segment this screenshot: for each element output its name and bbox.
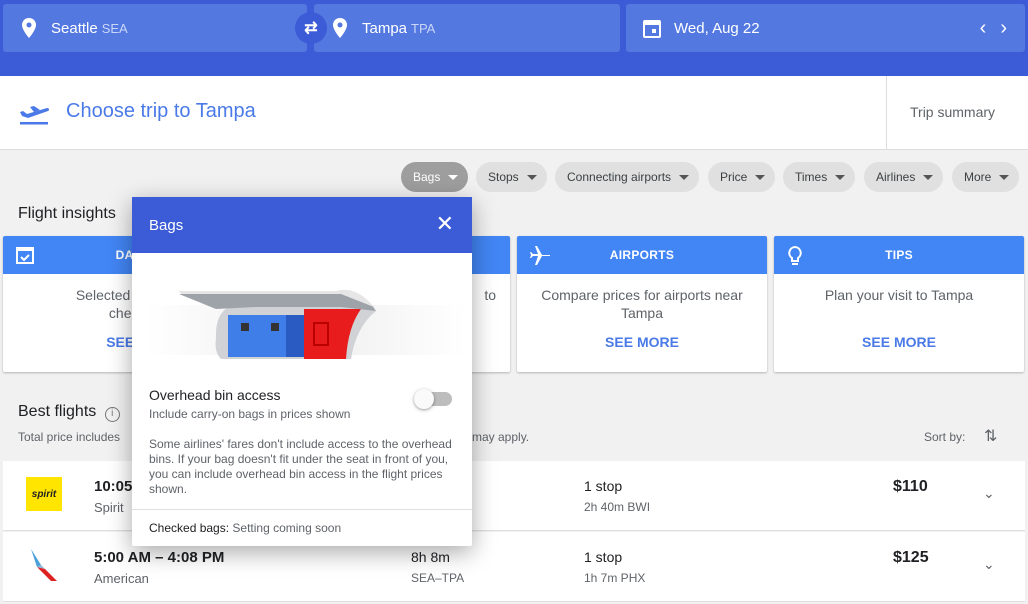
price: $125	[893, 549, 929, 566]
lightbulb-icon	[786, 245, 804, 270]
filter-chip-price[interactable]: Price	[708, 162, 776, 192]
flight-insights-title: Flight insights	[18, 205, 116, 222]
date-field[interactable]: Wed, Aug 22 ‹ ›	[626, 4, 1025, 52]
best-flights-title: Best flights i	[18, 403, 120, 422]
filter-chip-bags[interactable]: Bags	[401, 162, 469, 192]
trip-summary-link[interactable]: Trip summary	[910, 104, 995, 120]
divider	[132, 509, 472, 510]
layover: 2h 40m BWI	[584, 500, 651, 514]
location-pin-icon	[19, 18, 39, 38]
bags-dialog: Bags ✕ Overhead bin access Include carry-…	[132, 197, 472, 546]
dropdown-arrow-icon	[679, 174, 690, 180]
chevron-down-icon[interactable]: ⌄	[983, 485, 995, 502]
airline-name: Spirit	[94, 500, 124, 515]
chevron-right-icon[interactable]: ›	[1000, 17, 1007, 40]
filter-chip-airlines[interactable]: Airlines	[864, 162, 944, 192]
swap-icon[interactable]: ⇄	[295, 12, 327, 44]
overhead-bin-illustration	[146, 289, 466, 359]
price: $110	[893, 478, 928, 495]
stops: 1 stop	[584, 549, 623, 565]
destination-field[interactable]: Tampa TPA	[314, 4, 620, 52]
spirit-logo: spirit	[26, 477, 62, 511]
flight-times: 5:00 AM – 4:08 PM	[94, 549, 225, 566]
filter-chip-more[interactable]: More	[952, 162, 1020, 192]
card-body: Plan your visit to Tampa	[824, 287, 974, 303]
destination-code: TPA	[411, 20, 436, 36]
dialog-header: Bags ✕	[132, 197, 472, 253]
card-title: TIPS	[885, 248, 913, 262]
calendar-icon	[642, 18, 662, 38]
insight-card: AIRPORTS Compare prices for airports near…	[517, 236, 767, 372]
see-more-link[interactable]: SEE MORE	[517, 334, 767, 350]
card-title: AIRPORTS	[609, 248, 675, 262]
date-value: Wed, Aug 22	[674, 19, 760, 37]
origin-city: Seattle	[51, 19, 98, 37]
dropdown-arrow-icon	[923, 174, 934, 180]
flight-times: 10:05	[94, 478, 133, 495]
dropdown-arrow-icon	[835, 174, 846, 180]
insight-card: TIPS Plan your visit to Tampa SEE MORE	[774, 236, 1024, 372]
filter-chip-connecting-airports[interactable]: Connecting airports	[555, 162, 700, 192]
info-icon[interactable]: i	[104, 407, 120, 422]
location-pin-icon	[330, 18, 350, 38]
airline-name: American	[94, 571, 149, 586]
see-more-link[interactable]: SEE MORE	[774, 334, 1024, 350]
departure-plane-icon	[18, 98, 50, 131]
overhead-bin-toggle[interactable]	[414, 389, 452, 409]
origin-field[interactable]: Seattle SEA	[3, 4, 307, 52]
explanation-text: Some airlines' fares don't include acces…	[149, 437, 452, 496]
option-subtitle: Include carry-on bags in prices shown	[149, 407, 351, 421]
dropdown-arrow-icon	[999, 174, 1010, 180]
filter-chip-stops[interactable]: Stops	[476, 162, 547, 192]
origin-code: SEA	[101, 20, 128, 36]
stops: 1 stop	[584, 478, 623, 494]
card-body: Compare prices for airports near Tampa	[541, 287, 743, 321]
page-title: Choose trip to Tampa	[66, 100, 256, 122]
trip-header: Choose trip to Tampa Trip summary	[0, 76, 1028, 150]
dialog-title: Bags	[149, 217, 184, 234]
american-logo	[31, 549, 57, 581]
dropdown-arrow-icon	[448, 174, 459, 180]
calendar-check-icon	[15, 245, 35, 268]
chevron-left-icon[interactable]: ‹	[980, 17, 987, 40]
close-icon[interactable]: ✕	[436, 211, 454, 237]
price-note-right: may apply.	[472, 430, 530, 444]
divider	[886, 76, 887, 150]
filter-chip-times[interactable]: Times	[783, 162, 856, 192]
destination-city: Tampa	[362, 19, 408, 37]
dropdown-arrow-icon	[526, 174, 537, 180]
chevron-down-icon[interactable]: ⌄	[983, 556, 995, 573]
layover: 1h 7m PHX	[584, 571, 646, 585]
search-bar: Seattle SEA Tampa TPA ⇄ Wed, Aug 22 ‹ ›	[0, 0, 1028, 76]
sort-label: Sort by:	[924, 430, 966, 444]
dropdown-arrow-icon	[755, 174, 766, 180]
flight-route: SEA–TPA	[411, 571, 465, 585]
airplane-icon	[529, 245, 551, 270]
checked-bags-status: Checked bags: Setting coming soon	[149, 521, 342, 535]
option-title: Overhead bin access	[149, 387, 281, 403]
sort-icon[interactable]: ⇅	[984, 426, 997, 446]
flight-duration: 8h 8m	[411, 549, 450, 565]
price-note-left: Total price includes	[18, 430, 121, 444]
